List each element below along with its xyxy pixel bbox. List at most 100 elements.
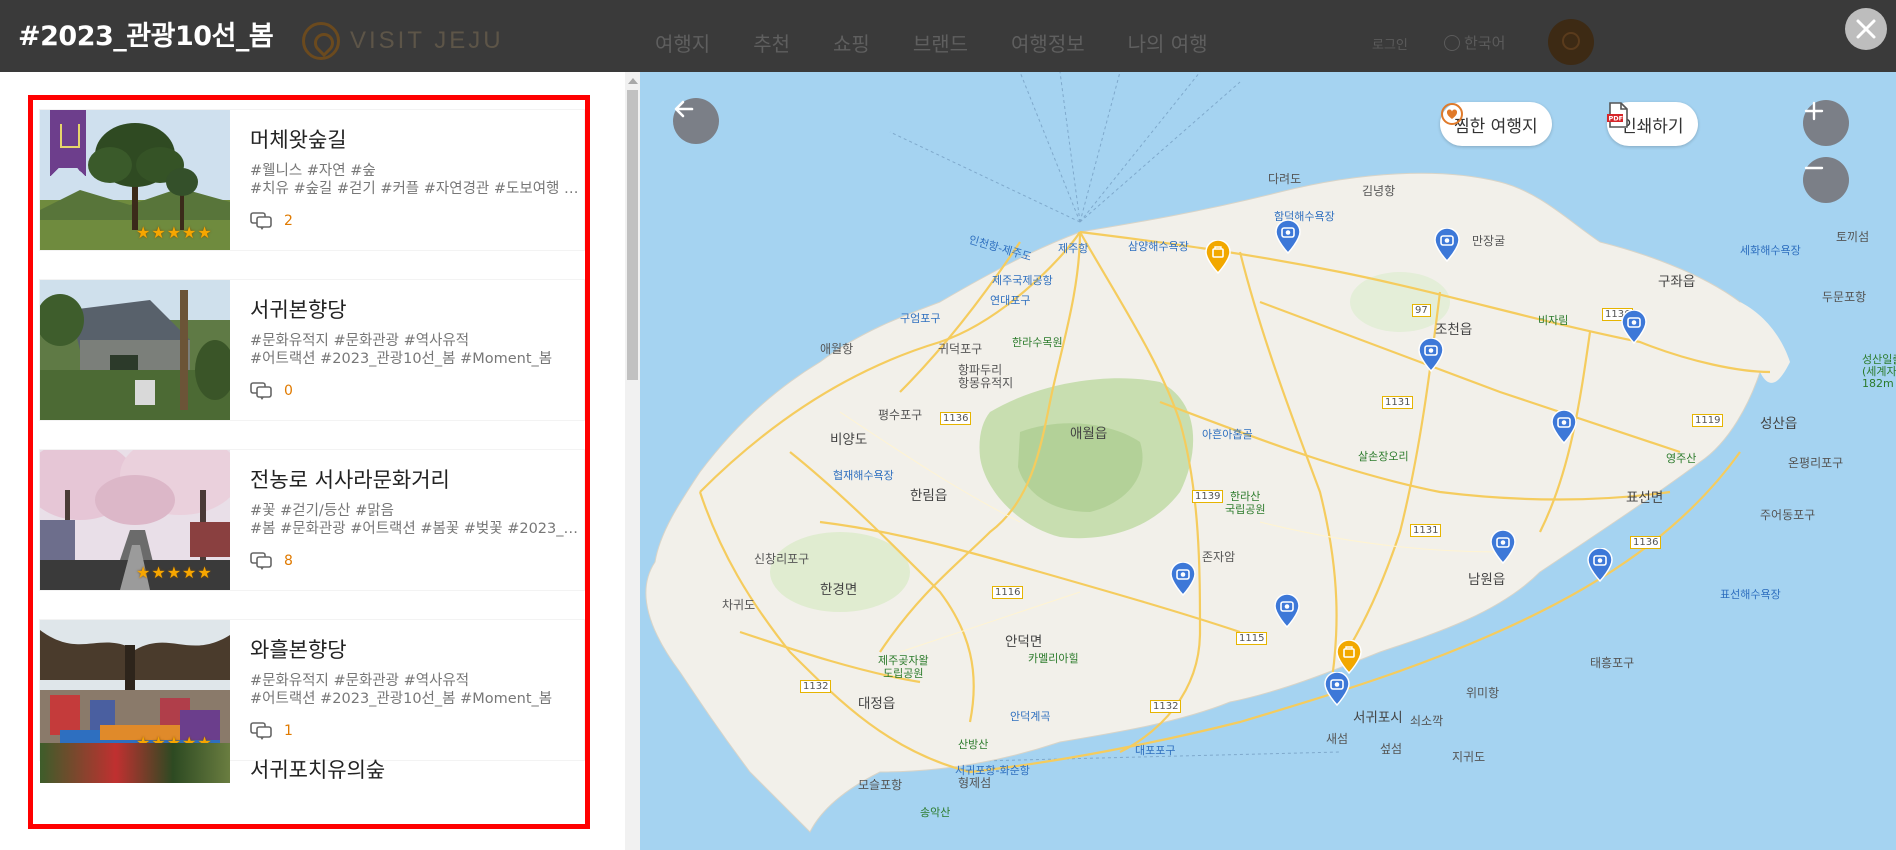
camera-pin-icon[interactable]	[1418, 338, 1444, 372]
logo-text: VISIT JEJU	[350, 27, 504, 54]
map-label: 서귀포시	[1353, 710, 1403, 726]
comment-count: 2	[250, 212, 584, 230]
thumbnail: ★★★★★	[40, 450, 230, 590]
camera-pin-icon[interactable]	[1274, 594, 1300, 628]
map-label: 구좌읍	[1658, 274, 1696, 290]
partial-item-name[interactable]: 서귀포치유의숲	[250, 754, 385, 784]
camera-pin-icon[interactable]	[1490, 530, 1516, 564]
shopping-pin-icon[interactable]	[1205, 240, 1231, 274]
map-label: 표선해수욕장	[1720, 588, 1781, 601]
map-label: 카멜리아힐	[1028, 652, 1079, 665]
print-button[interactable]: PDF 인쇄하기	[1607, 102, 1698, 146]
map-label: 차귀도	[722, 598, 756, 612]
map-label: 만장굴	[1472, 234, 1506, 248]
map-label: 온평리포구	[1788, 456, 1844, 470]
shopping-pin-icon[interactable]	[1336, 640, 1362, 674]
map-label: 섶섬	[1380, 742, 1403, 756]
nav-item-travel-info: 여행정보	[1011, 32, 1085, 56]
item-name: 전농로 서사라문화거리	[250, 468, 450, 492]
jeju-logo-icon	[302, 22, 340, 60]
rating-stars: ★★★★★	[136, 223, 213, 242]
zoom-out-button[interactable]	[1803, 157, 1849, 203]
map-label: 조천읍	[1435, 322, 1473, 338]
shrine-photo	[40, 280, 230, 420]
minus-icon	[1804, 166, 1824, 170]
map-label: 대정읍	[858, 696, 896, 712]
background-nav: 여행지 추천 쇼핑 브랜드 여행정보 나의 여행	[655, 28, 1208, 57]
language-selector: 한국어	[1444, 32, 1505, 53]
scroll-thumb[interactable]	[627, 90, 638, 380]
list-scrollbar[interactable]	[625, 72, 640, 850]
nav-item-destinations: 여행지	[655, 32, 711, 56]
map-label: 비자림	[1538, 314, 1569, 327]
camera-pin-icon[interactable]	[1551, 410, 1577, 444]
item-info: 서귀본향당 #문화유적지 #문화관광 #역사유적 #어트랙션 #2023_관광1…	[230, 280, 584, 420]
map-label: 삼양해수욕장	[1128, 240, 1189, 253]
globe-icon	[1444, 34, 1460, 51]
list-item[interactable]: ★★★★★ 전농로 서사라문화거리 #꽃 #걷기/등산 #맑음 #봄 #문화관광…	[40, 450, 584, 590]
camera-pin-icon[interactable]	[1170, 562, 1196, 596]
map-label: 협재해수욕장	[833, 469, 894, 482]
jeju-island-map	[645, 72, 1790, 833]
item-name: 와흘본향당	[250, 638, 347, 662]
item-name: 머체왓숲길	[250, 128, 347, 152]
camera-pin-icon[interactable]	[1621, 310, 1647, 344]
tags-line-2: #어트랙션 #2023_관광10선_봄 #Moment_봄	[250, 351, 553, 367]
comment-number: 0	[284, 383, 293, 399]
comment-icon	[250, 722, 272, 740]
camera-pin-icon[interactable]	[1324, 672, 1350, 706]
plus-icon	[1804, 101, 1824, 121]
map-label: 표선면	[1626, 490, 1664, 506]
map-label: 성산일출봉 (세계자연유산) 182m	[1862, 353, 1896, 390]
map-label: 존자암	[1202, 550, 1236, 564]
map-label: 모슬포항	[858, 778, 903, 792]
road-number: 1131	[1410, 524, 1442, 537]
road-number: 1136	[940, 412, 972, 425]
map-label: 새섬	[1326, 732, 1349, 746]
list-item[interactable]: ★★★★★ 머체왓숲길 #웰니스 #자연 #숲 #치유 #숲길 #걷기 #커플 …	[40, 110, 584, 250]
map-label: 연대포구	[990, 294, 1031, 307]
map-view[interactable]: 제주국제공항 제주항 연대포구 구엄포구 인천항-제주도 서귀포항-화순항 애월…	[640, 72, 1896, 850]
comment-number: 1	[284, 723, 293, 739]
camera-pin-icon[interactable]	[1275, 220, 1301, 254]
map-label: 귀덕포구	[938, 342, 983, 356]
item-info: 머체왓숲길 #웰니스 #자연 #숲 #치유 #숲길 #걷기 #커플 #자연경관 …	[230, 110, 584, 250]
map-label: 비양도	[830, 432, 868, 448]
list-item[interactable]: 서귀본향당 #문화유적지 #문화관광 #역사유적 #어트랙션 #2023_관광1…	[40, 280, 584, 420]
close-button[interactable]	[1845, 8, 1887, 50]
scroll-up-arrow-icon[interactable]	[628, 78, 638, 84]
pdf-icon: PDF	[1607, 102, 1628, 128]
map-label: 두문포항	[1822, 290, 1867, 304]
nav-item-recommend: 추천	[753, 32, 791, 56]
comment-count: 0	[250, 382, 584, 400]
map-label: 애월항	[820, 342, 854, 356]
close-icon	[1856, 19, 1876, 39]
map-label: 제주국제공항	[992, 274, 1053, 287]
zoom-in-button[interactable]	[1803, 100, 1849, 146]
map-label: 평수포구	[878, 408, 923, 422]
map-label: 한라산 국립공원	[1225, 490, 1266, 516]
back-button[interactable]	[673, 98, 719, 144]
modal-header: #2023_관광10선_봄 VISIT JEJU 여행지 추천 쇼핑 브랜드 여…	[0, 0, 1896, 72]
map-label: 항파두리 항몽유적지	[958, 363, 1014, 390]
item-info: 와흘본향당 #문화유적지 #문화관광 #역사유적 #어트랙션 #2023_관광1…	[230, 620, 584, 760]
item-info: 전농로 서사라문화거리 #꽃 #걷기/등산 #맑음 #봄 #문화관광 #어트랙션…	[230, 450, 584, 590]
nav-item-shopping: 쇼핑	[833, 32, 870, 56]
nav-item-my-trip: 나의 여행	[1127, 32, 1208, 56]
pdf-text: PDF	[1609, 115, 1624, 123]
map-label: 한경면	[820, 582, 858, 598]
tags-line-2: #봄 #문화관광 #어트랙션 #봄꽃 #벚꽃 #2023_…	[250, 521, 579, 537]
map-label: 쇠소깍	[1410, 714, 1444, 728]
list-item[interactable]: ★★★★★ 와흘본향당 #문화유적지 #문화관광 #역사유적 #어트랙션 #20…	[40, 620, 584, 760]
map-label: 형제섬	[958, 776, 992, 790]
map-label: 송악산	[920, 806, 951, 819]
map-label: 아흔아홉골	[1202, 428, 1253, 441]
road-number: 1132	[1150, 700, 1182, 713]
liked-places-label: 찜한 여행지	[1454, 116, 1538, 137]
camera-pin-icon[interactable]	[1434, 228, 1460, 262]
map-label: 토끼섬	[1836, 230, 1870, 244]
liked-places-button[interactable]: 찜한 여행지	[1440, 102, 1552, 146]
map-label: 안덕면	[1005, 634, 1043, 650]
map-label: 한라수목원	[1012, 336, 1063, 349]
camera-pin-icon[interactable]	[1587, 548, 1613, 582]
